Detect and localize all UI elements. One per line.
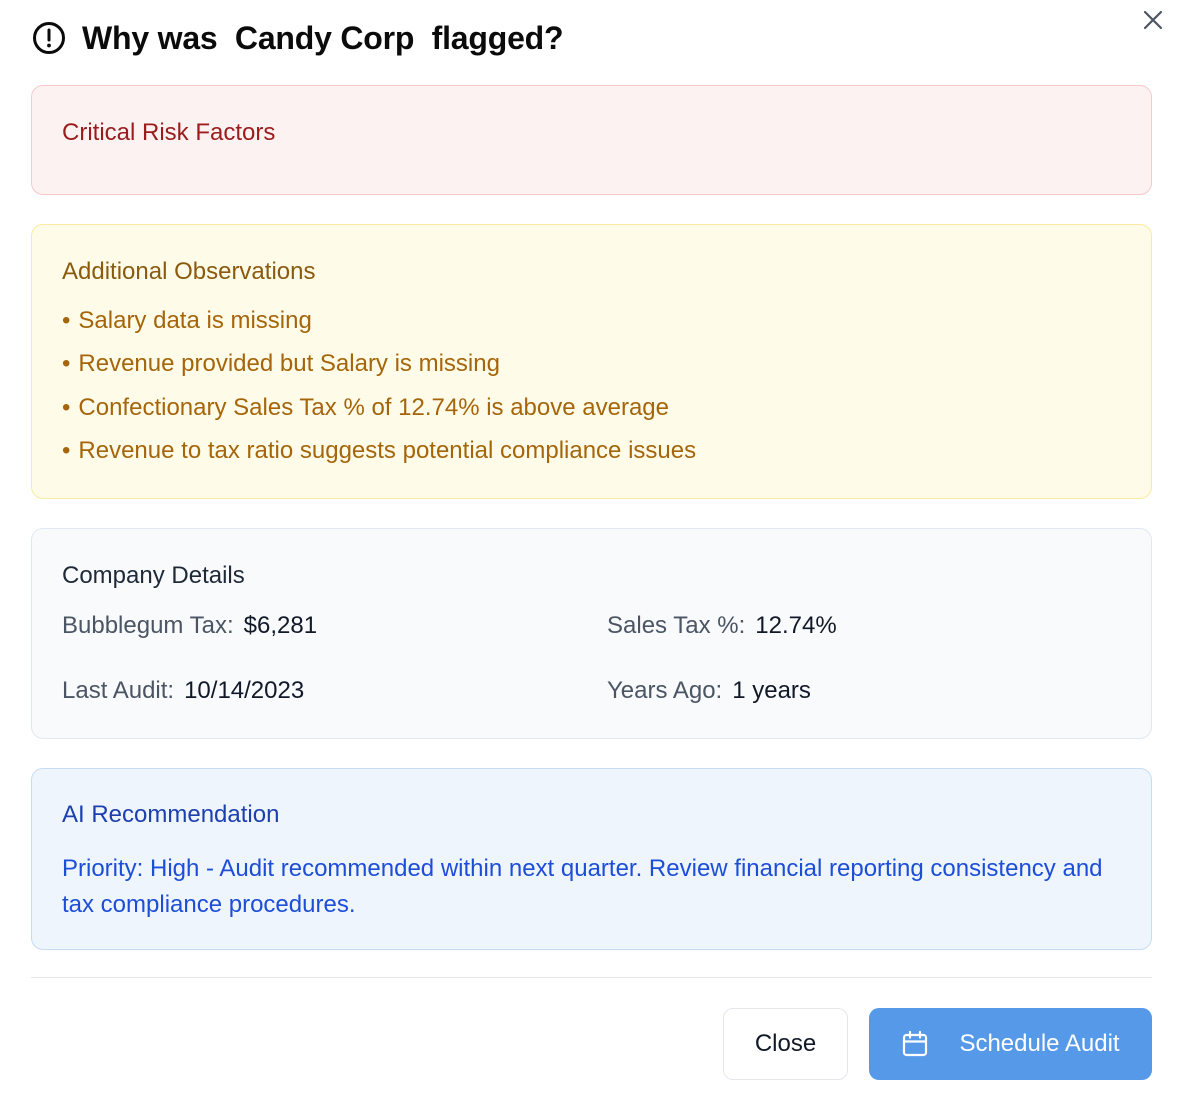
close-button[interactable]: Close xyxy=(723,1008,848,1080)
observations-title: Additional Observations xyxy=(62,258,316,285)
observation-text: Salary data is missing xyxy=(78,307,312,334)
observations-list: • Salary data is missing • Revenue provide… xyxy=(62,307,696,480)
list-item: • Confectionary Sales Tax % of 12.74% is … xyxy=(62,394,696,437)
ai-recommendation-text: Priority: High - Audit recommended withi… xyxy=(62,855,1103,918)
bullet: • xyxy=(62,436,71,464)
detail-value: 10/14/2023 xyxy=(184,677,305,704)
ai-recommendation-card: AI Recommendation Priority: High - Audit… xyxy=(31,768,1152,950)
schedule-audit-button[interactable]: Schedule Audit xyxy=(869,1008,1152,1080)
schedule-audit-label: Schedule Audit xyxy=(959,1030,1120,1057)
detail-value: 12.74% xyxy=(755,612,837,639)
list-item: • Revenue to tax ratio suggests potential… xyxy=(62,437,696,480)
detail-value: $6,281 xyxy=(243,612,318,639)
bullet: • xyxy=(62,307,71,334)
critical-risk-card: Critical Risk Factors xyxy=(31,85,1152,195)
bullet: • xyxy=(62,350,71,378)
observation-text: Revenue provided but Salary is missing xyxy=(78,350,500,378)
flag-explanation-dialog: Why was Candy Corp flagged? Critical Ris… xyxy=(0,0,1180,1098)
observation-text: Revenue to tax ratio suggests potential … xyxy=(78,436,697,464)
critical-risk-title: Critical Risk Factors xyxy=(62,119,276,146)
sales-tax-detail: Sales Tax %: 12.74% xyxy=(607,612,837,640)
detail-label: Bubblegum Tax: xyxy=(62,612,234,639)
observation-text: Confectionary Sales Tax % of 12.74% is a… xyxy=(78,393,669,421)
ai-recommendation-title: AI Recommendation xyxy=(62,801,280,828)
close-button-label: Close xyxy=(754,1030,817,1057)
bubblegum-tax-detail: Bubblegum Tax: $6,281 xyxy=(62,612,317,640)
bullet: • xyxy=(62,393,71,421)
last-audit-detail: Last Audit: 10/14/2023 xyxy=(62,677,304,705)
calendar-icon xyxy=(903,1030,928,1057)
detail-label: Sales Tax %: xyxy=(607,612,746,639)
close-icon[interactable] xyxy=(1139,6,1167,34)
alert-circle-icon xyxy=(33,22,65,54)
footer-divider xyxy=(31,977,1152,978)
company-details-card: Company Details Bubblegum Tax: $6,281 Sal… xyxy=(31,528,1152,739)
detail-label: Years Ago: xyxy=(607,677,723,704)
dialog-title: Why was Candy Corp flagged? xyxy=(82,19,564,56)
years-ago-detail: Years Ago: 1 years xyxy=(607,677,811,705)
company-details-title: Company Details xyxy=(62,562,245,589)
detail-value: 1 years xyxy=(732,677,811,704)
list-item: • Revenue provided but Salary is missing xyxy=(62,350,696,393)
list-item: • Salary data is missing xyxy=(62,307,696,350)
observations-card: Additional Observations • Salary data is … xyxy=(31,224,1152,499)
dialog-header: Why was Candy Corp flagged? xyxy=(32,18,564,58)
detail-label: Last Audit: xyxy=(62,677,175,704)
